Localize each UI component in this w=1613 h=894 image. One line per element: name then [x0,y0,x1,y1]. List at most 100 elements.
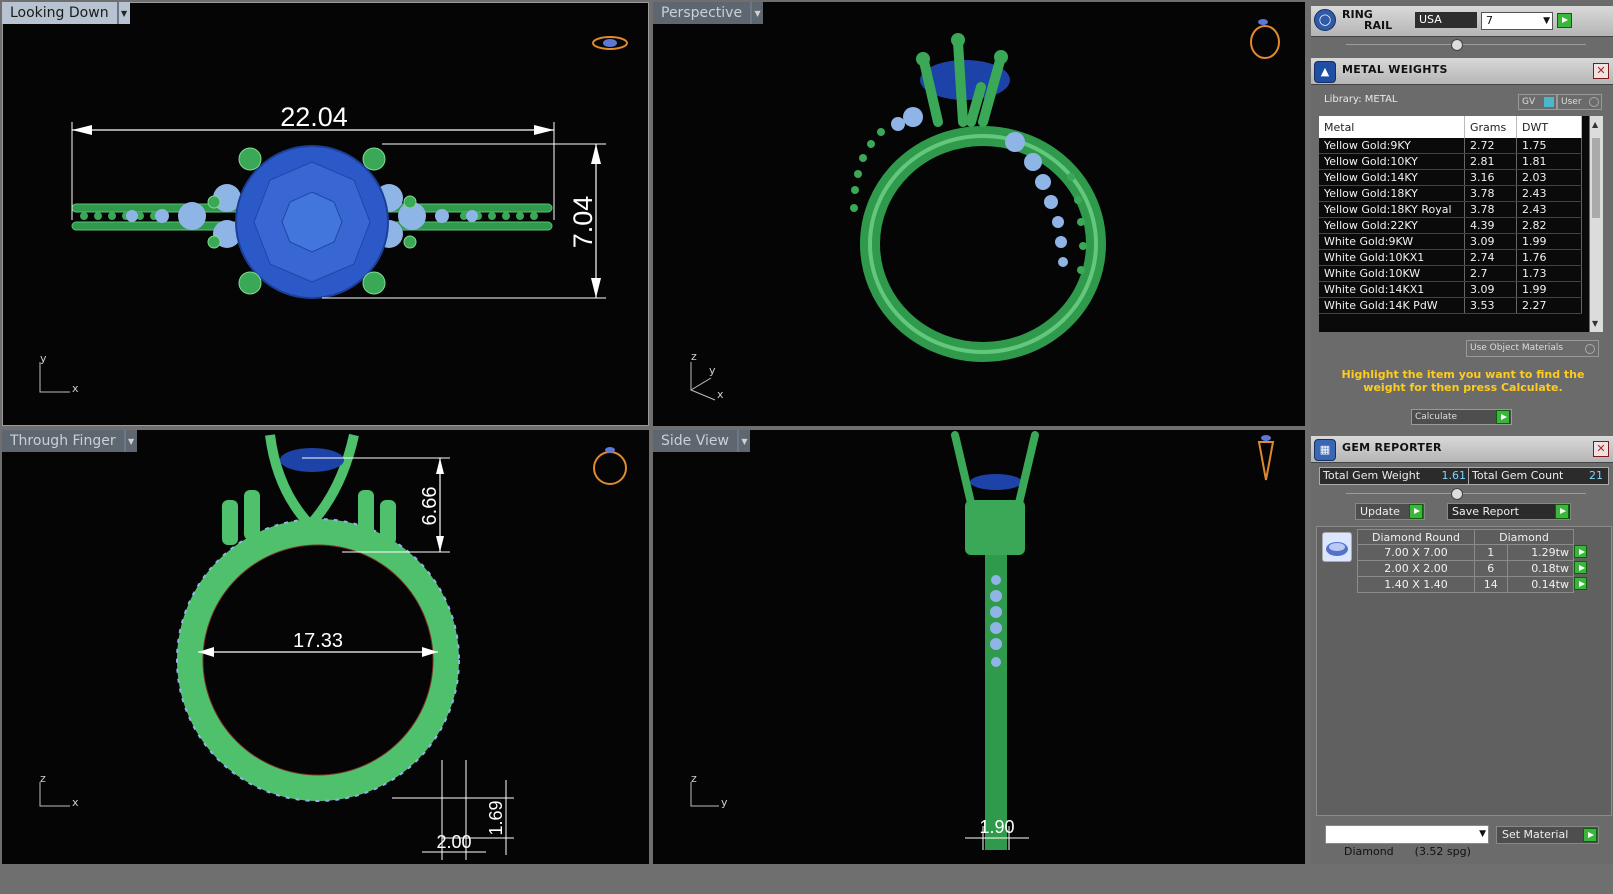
viewport-side-view[interactable]: 1.90 z y Side View ▼ [653,430,1305,864]
ring-size-select[interactable]: 7 ▼ [1481,12,1553,30]
calculate-button[interactable]: Calculate [1411,409,1512,425]
gem-row-action[interactable] [1574,560,1597,577]
metal-name-cell[interactable]: White Gold:9KW [1319,233,1465,250]
dwt-cell[interactable]: 2.03 [1516,169,1582,186]
dwt-cell[interactable]: 2.43 [1516,201,1582,218]
gem-weight-cell: 0.18tw [1506,560,1575,577]
dwt-cell[interactable]: 2.82 [1516,217,1582,234]
set-material-button[interactable]: Set Material [1496,826,1599,844]
viewport-label[interactable]: Perspective [653,2,752,24]
metal-table-scrollbar[interactable]: ▲ ▼ [1590,116,1603,332]
column-header-metal[interactable]: Metal [1319,116,1465,138]
gem-row-action[interactable] [1574,576,1597,593]
dwt-cell[interactable]: 2.27 [1516,297,1582,314]
metal-name-cell[interactable]: Yellow Gold:14KY [1319,169,1465,186]
play-icon[interactable] [1574,544,1587,558]
material-select[interactable]: Diamond (3.52 spg) ▼ [1325,825,1489,858]
dwt-cell[interactable]: 2.43 [1516,185,1582,202]
gv-toggle[interactable]: GV [1518,94,1557,110]
dwt-cell[interactable]: 1.99 [1516,233,1582,250]
column-header-grams[interactable]: Grams [1464,116,1517,138]
metal-name-cell[interactable]: Yellow Gold:9KY [1319,138,1465,154]
grams-cell[interactable]: 2.72 [1464,138,1517,154]
metal-row[interactable]: Yellow Gold:14KY 3.16 2.03 [1319,169,1582,186]
chevron-up-icon[interactable]: ▲ [1592,120,1598,129]
viewport-label[interactable]: Through Finger [2,430,125,452]
viewport-tab-perspective[interactable]: Perspective ▼ [653,2,764,24]
dwt-cell[interactable]: 1.81 [1516,153,1582,170]
close-icon[interactable]: ✕ [1593,63,1609,79]
chevron-down-icon[interactable]: ▼ [117,2,130,24]
play-icon[interactable] [1574,560,1587,574]
update-button[interactable]: Update [1355,503,1425,520]
viewport-label[interactable]: Side View [653,430,738,452]
metal-name-cell[interactable]: White Gold:14KX1 [1319,281,1465,298]
save-report-button[interactable]: Save Report [1447,503,1571,520]
metal-row[interactable]: Yellow Gold:9KY 2.72 1.75 [1319,138,1582,154]
ring-rail-slider-thumb[interactable] [1451,39,1463,51]
chevron-down-icon[interactable]: ▼ [124,430,137,452]
grams-cell[interactable]: 3.09 [1464,233,1517,250]
gem-row[interactable]: 2.00 X 2.00 6 0.18tw [1357,560,1597,577]
ring-rail-go-button[interactable] [1557,13,1572,28]
dwt-cell[interactable]: 1.75 [1516,138,1582,154]
metal-row[interactable]: White Gold:14K PdW 3.53 2.27 [1319,297,1582,314]
gem-row[interactable]: 7.00 X 7.00 1 1.29tw [1357,544,1597,561]
metal-name-cell[interactable]: Yellow Gold:10KY [1319,153,1465,170]
viewport-tab-through-finger[interactable]: Through Finger ▼ [2,430,137,452]
metal-row[interactable]: Yellow Gold:18KY 3.78 2.43 [1319,185,1582,202]
grams-cell[interactable]: 2.7 [1464,265,1517,282]
metal-name-cell[interactable]: White Gold:10KW [1319,265,1465,282]
gem-slider-thumb[interactable] [1451,488,1463,500]
grams-cell[interactable]: 2.74 [1464,249,1517,266]
scrollbar-thumb[interactable] [1592,138,1600,218]
gem-row[interactable]: 1.40 X 1.40 14 0.14tw [1357,576,1597,593]
grams-cell[interactable]: 3.16 [1464,169,1517,186]
chevron-down-icon[interactable]: ▼ [751,2,764,24]
grams-cell[interactable]: 3.53 [1464,297,1517,314]
metal-row[interactable]: White Gold:9KW 3.09 1.99 [1319,233,1582,250]
metal-row[interactable]: Yellow Gold:18KY Royal 3.78 2.43 [1319,201,1582,218]
dwt-cell[interactable]: 1.99 [1516,281,1582,298]
metal-row[interactable]: Yellow Gold:10KY 2.81 1.81 [1319,153,1582,170]
chevron-down-icon[interactable]: ▼ [737,430,750,452]
grams-cell[interactable]: 4.39 [1464,217,1517,234]
dwt-cell[interactable]: 1.76 [1516,249,1582,266]
metal-name-cell[interactable]: Yellow Gold:22KY [1319,217,1465,234]
chevron-down-icon[interactable]: ▼ [1543,13,1550,29]
grams-cell[interactable]: 3.09 [1464,281,1517,298]
metal-row[interactable]: Yellow Gold:22KY 4.39 2.82 [1319,217,1582,234]
viewport-through-finger[interactable]: 6.66 17.33 1.69 2.00 z x Through Finger … [2,430,649,864]
grams-cell[interactable]: 3.78 [1464,185,1517,202]
viewport-tab-looking-down[interactable]: Looking Down ▼ [2,2,130,24]
metal-name-cell[interactable]: White Gold:14K PdW [1319,297,1465,314]
viewport-looking-down[interactable]: 22.04 7.04 y x Looking Down ▼ [2,2,649,426]
ring-rail-title: RING RAIL [1342,9,1392,31]
column-header-dwt[interactable]: DWT [1516,116,1582,138]
viewport-perspective[interactable]: z y x Perspective ▼ [653,2,1305,426]
dwt-cell[interactable]: 1.73 [1516,265,1582,282]
total-gem-weight-label: Total Gem Weight [1323,469,1421,482]
total-gem-count-label: Total Gem Count [1472,469,1564,482]
grams-cell[interactable]: 2.81 [1464,153,1517,170]
use-object-materials-toggle[interactable]: Use Object Materials [1466,340,1599,357]
metal-name-cell[interactable]: Yellow Gold:18KY Royal [1319,201,1465,218]
play-icon[interactable] [1574,576,1587,590]
gem-slider-track[interactable] [1346,493,1586,494]
grams-cell[interactable]: 3.78 [1464,201,1517,218]
metal-name-cell[interactable]: White Gold:10KX1 [1319,249,1465,266]
metal-row[interactable]: White Gold:14KX1 3.09 1.99 [1319,281,1582,298]
metal-row[interactable]: White Gold:10KX1 2.74 1.76 [1319,249,1582,266]
gem-row-action[interactable] [1574,544,1597,561]
ring-rail-slider-track[interactable] [1346,44,1586,45]
chevron-down-icon[interactable]: ▼ [1479,826,1486,843]
metal-table-container[interactable]: Metal Grams DWT Yellow Gold:9KY 2.72 1.75 Y… [1319,116,1589,332]
metal-row[interactable]: White Gold:10KW 2.7 1.73 [1319,265,1582,282]
metal-name-cell[interactable]: Yellow Gold:18KY [1319,185,1465,202]
viewport-tab-side-view[interactable]: Side View ▼ [653,430,750,452]
region-field[interactable]: USA [1415,12,1477,28]
chevron-down-icon[interactable]: ▼ [1592,319,1598,328]
user-toggle[interactable]: User [1557,94,1602,110]
close-icon[interactable]: ✕ [1593,441,1609,457]
viewport-label[interactable]: Looking Down [2,2,118,24]
